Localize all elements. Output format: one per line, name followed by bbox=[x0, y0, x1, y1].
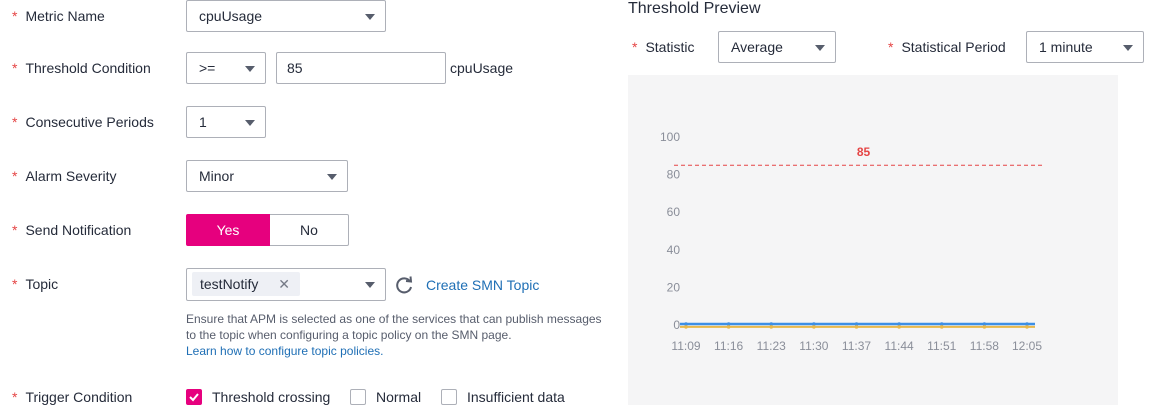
topic-tag-label: testNotify bbox=[200, 276, 259, 292]
statistical-period-text: Statistical Period bbox=[901, 39, 1006, 55]
consecutive-periods-label: * Consecutive Periods bbox=[12, 106, 154, 138]
chevron-down-icon bbox=[365, 282, 375, 288]
threshold-unit: cpuUsage bbox=[450, 60, 514, 76]
series-point bbox=[1025, 325, 1029, 329]
insufficient-data-label: Insufficient data bbox=[467, 389, 565, 405]
x-tick-label: 11:51 bbox=[927, 339, 956, 353]
send-notification-text: Send Notification bbox=[25, 222, 132, 238]
create-smn-topic-link[interactable]: Create SMN Topic bbox=[426, 277, 539, 293]
x-tick-label: 11:44 bbox=[885, 339, 914, 353]
statistic-value: Average bbox=[731, 39, 783, 55]
series-point bbox=[982, 325, 987, 329]
chevron-down-icon bbox=[815, 45, 825, 51]
metric-name-value: cpuUsage bbox=[199, 8, 263, 24]
statistical-period-label: * Statistical Period bbox=[888, 31, 1006, 63]
required-mark: * bbox=[888, 39, 894, 55]
alarm-severity-text: Alarm Severity bbox=[25, 168, 117, 184]
series-point bbox=[769, 325, 774, 329]
statistic-select[interactable]: Average bbox=[718, 31, 836, 63]
alarm-severity-select[interactable]: Minor bbox=[186, 160, 348, 192]
x-tick-label: 12:05 bbox=[1012, 339, 1042, 353]
y-tick-label: 60 bbox=[667, 205, 681, 219]
trigger-condition-label: * Trigger Condition bbox=[12, 381, 132, 413]
statistic-text: Statistic bbox=[645, 39, 695, 55]
metric-name-select[interactable]: cpuUsage bbox=[186, 0, 386, 32]
x-tick-label: 11:30 bbox=[799, 339, 828, 353]
series-point bbox=[854, 325, 859, 329]
topic-tag: testNotify ✕ bbox=[192, 272, 300, 296]
hint-line-1: Ensure that APM is selected as one of th… bbox=[186, 312, 602, 326]
y-tick-label: 20 bbox=[667, 280, 681, 294]
threshold-condition-label: * Threshold Condition bbox=[12, 52, 151, 84]
x-tick-label: 11:58 bbox=[970, 339, 999, 353]
y-tick-label: 80 bbox=[667, 168, 681, 182]
alarm-severity-label: * Alarm Severity bbox=[12, 160, 116, 192]
series-point bbox=[897, 325, 901, 329]
required-mark: * bbox=[12, 60, 18, 76]
x-tick-label: 11:16 bbox=[714, 339, 743, 353]
required-mark: * bbox=[12, 276, 18, 292]
send-notification-label: * Send Notification bbox=[12, 214, 131, 246]
required-mark: * bbox=[12, 168, 18, 184]
threshold-preview-title: Threshold Preview bbox=[628, 0, 761, 17]
refresh-icon[interactable] bbox=[394, 275, 414, 295]
series-point bbox=[812, 325, 816, 329]
x-tick-label: 11:37 bbox=[842, 339, 871, 353]
check-icon bbox=[189, 393, 199, 402]
statistic-label: * Statistic bbox=[632, 31, 694, 63]
chevron-down-icon bbox=[1123, 45, 1133, 51]
insufficient-data-checkbox[interactable] bbox=[441, 389, 457, 405]
threshold-label: 85 bbox=[857, 145, 871, 159]
hint-line-2: to the topic when configuring a topic po… bbox=[186, 328, 512, 342]
topic-hint: Ensure that APM is selected as one of th… bbox=[186, 311, 616, 359]
statistical-period-value: 1 minute bbox=[1039, 39, 1093, 55]
topic-text: Topic bbox=[25, 276, 59, 292]
chevron-down-icon bbox=[245, 120, 255, 126]
notification-no-button[interactable]: No bbox=[270, 214, 349, 246]
required-mark: * bbox=[12, 389, 18, 405]
series-point bbox=[939, 325, 944, 329]
threshold-crossing-label: Threshold crossing bbox=[212, 389, 331, 405]
required-mark: * bbox=[12, 114, 18, 130]
threshold-value: 85 bbox=[287, 60, 303, 76]
series-point bbox=[684, 325, 688, 329]
metric-name-label: * Metric Name bbox=[12, 0, 105, 32]
threshold-preview-chart: 100 80 60 40 20 0 85 11:09 11:16 11:23 11:30 11:37 1… bbox=[628, 75, 1118, 405]
required-mark: * bbox=[12, 8, 18, 24]
series-point bbox=[726, 325, 731, 329]
chevron-down-icon bbox=[245, 66, 255, 72]
normal-label: Normal bbox=[376, 389, 422, 405]
chart-svg: 100 80 60 40 20 0 85 11:09 11:16 11:23 11:30 11:37 1… bbox=[660, 130, 1043, 353]
operator-value: >= bbox=[199, 60, 216, 76]
threshold-condition-text: Threshold Condition bbox=[25, 60, 151, 76]
chevron-down-icon bbox=[327, 174, 337, 180]
topic-label: * Topic bbox=[12, 268, 58, 300]
close-icon[interactable]: ✕ bbox=[278, 272, 290, 296]
consecutive-periods-text: Consecutive Periods bbox=[25, 114, 154, 130]
consecutive-periods-select[interactable]: 1 bbox=[186, 106, 266, 138]
y-tick-label: 0 bbox=[673, 318, 680, 332]
chevron-down-icon bbox=[365, 14, 375, 20]
normal-checkbox[interactable] bbox=[350, 389, 366, 405]
consecutive-periods-value: 1 bbox=[199, 114, 207, 130]
y-tick-label: 40 bbox=[667, 243, 681, 257]
required-mark: * bbox=[632, 39, 638, 55]
y-tick-label: 100 bbox=[660, 130, 680, 144]
threshold-value-input[interactable]: 85 bbox=[276, 52, 446, 84]
required-mark: * bbox=[12, 222, 18, 238]
notification-yes-button[interactable]: Yes bbox=[186, 214, 270, 246]
alarm-severity-value: Minor bbox=[199, 168, 235, 184]
operator-select[interactable]: >= bbox=[186, 52, 266, 84]
topic-policy-help-link[interactable]: Learn how to configure topic policies. bbox=[186, 344, 383, 358]
trigger-condition-text: Trigger Condition bbox=[25, 389, 133, 405]
threshold-crossing-checkbox[interactable] bbox=[186, 389, 202, 405]
metric-name-text: Metric Name bbox=[25, 8, 105, 24]
x-tick-label: 11:09 bbox=[671, 339, 700, 353]
statistical-period-select[interactable]: 1 minute bbox=[1026, 31, 1144, 63]
x-tick-label: 11:23 bbox=[757, 339, 786, 353]
